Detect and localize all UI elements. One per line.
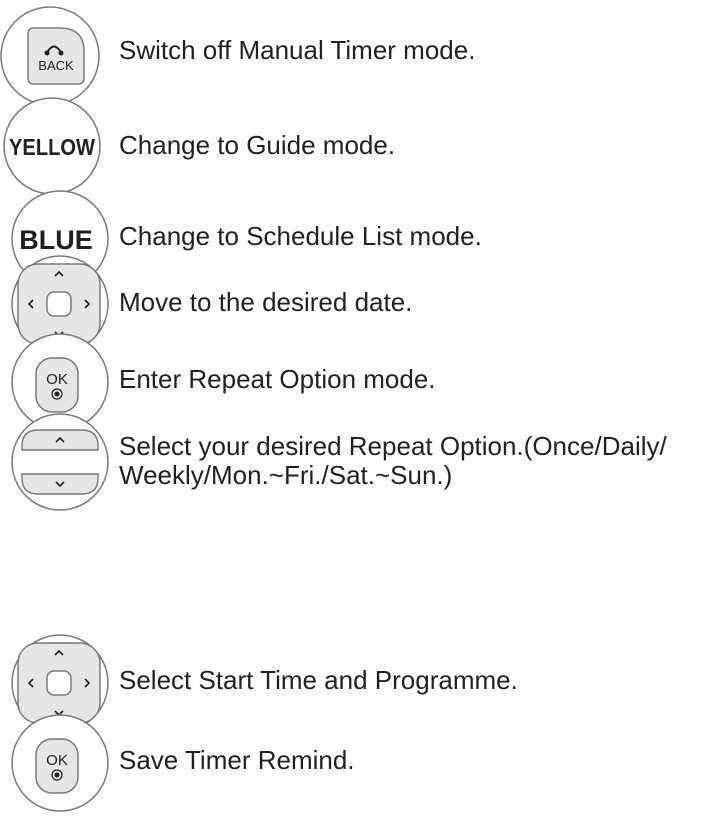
- up-down-buttons-icon: [0, 412, 110, 512]
- ok-label: OK: [46, 371, 68, 388]
- instruction-text: Change to Guide mode.: [119, 130, 396, 160]
- instruction-text: Change to Schedule List mode.: [119, 221, 482, 251]
- yellow-button-icon: YELLOW: [0, 96, 110, 196]
- instruction-text: Select your desired Repeat Option.(Once/…: [119, 431, 667, 490]
- instruction-text: Enter Repeat Option mode.: [119, 364, 436, 394]
- instruction-text: Move to the desired date.: [119, 287, 413, 317]
- back-label: BACK: [38, 58, 74, 73]
- instruction-text: Select Start Time and Programme.: [119, 665, 518, 695]
- yellow-label: YELLOW: [9, 134, 95, 160]
- ok-button-icon: OK: [0, 713, 110, 813]
- back-button-icon: BACK: [0, 6, 110, 106]
- instruction-text: Switch off Manual Timer mode.: [119, 35, 476, 65]
- blue-label: BLUE: [19, 225, 93, 255]
- instruction-text: Save Timer Remind.: [119, 745, 355, 775]
- ok-label: OK: [46, 752, 68, 769]
